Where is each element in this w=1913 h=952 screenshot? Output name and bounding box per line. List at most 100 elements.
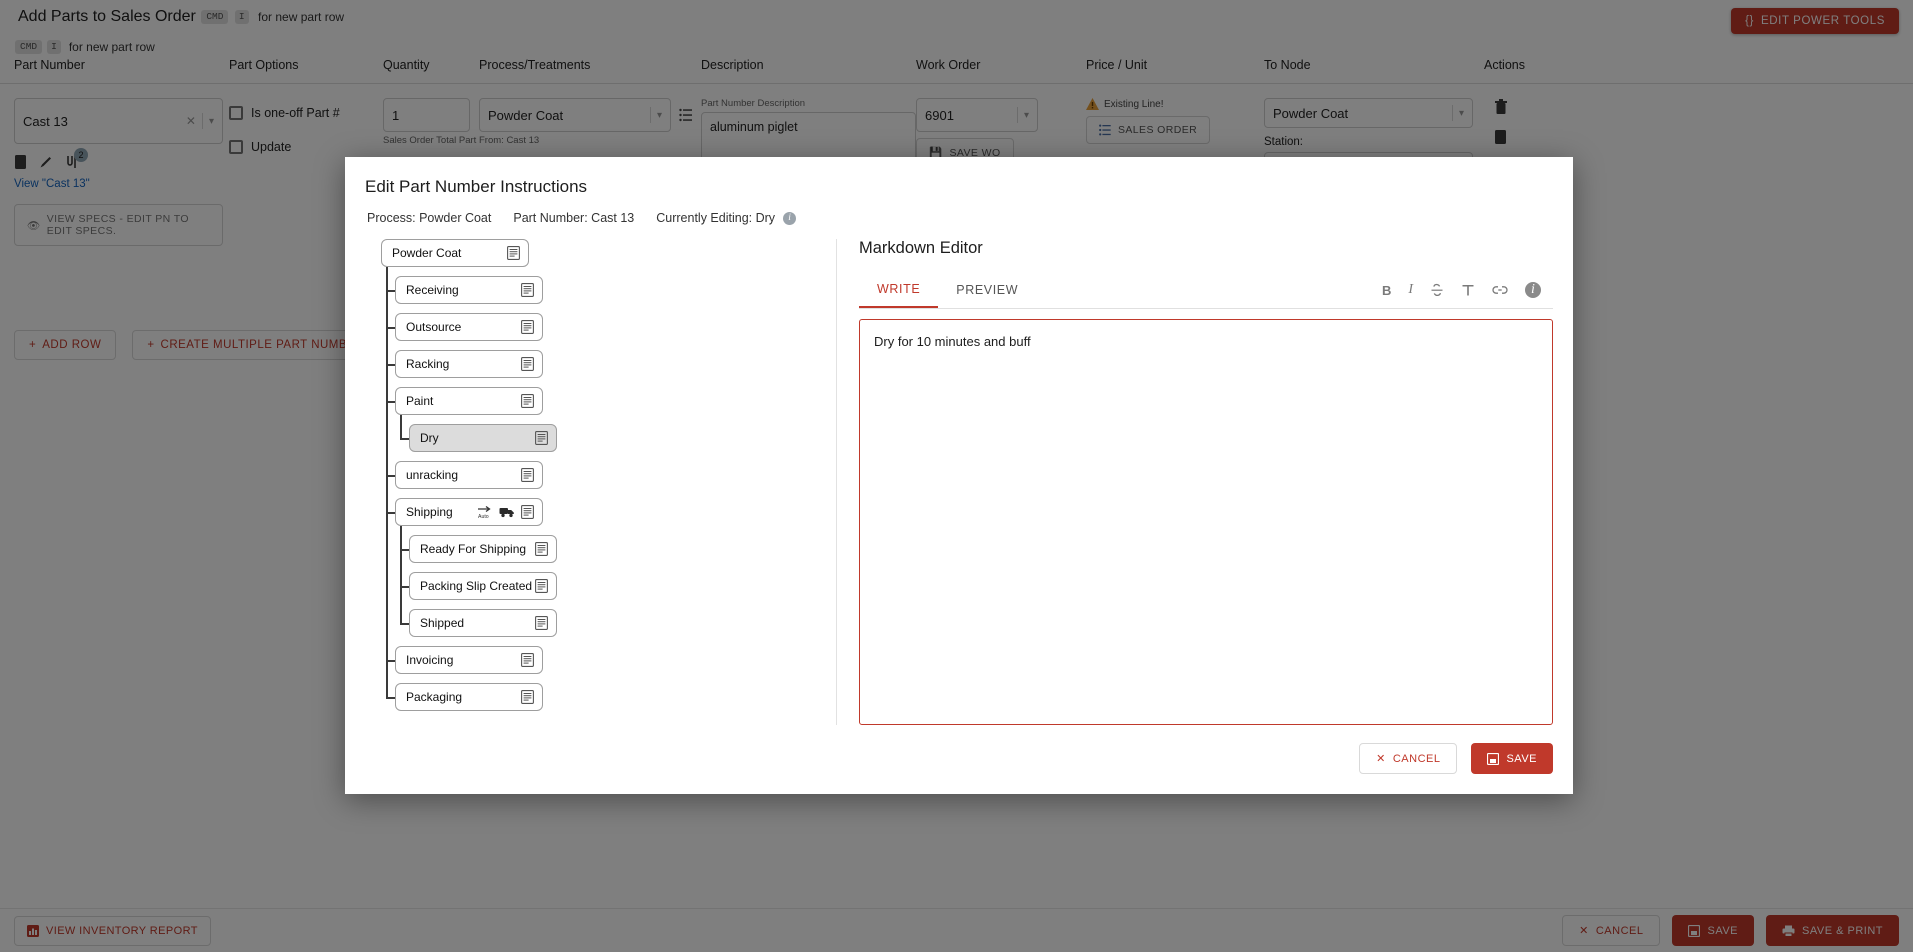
tree-node-label: Shipped — [420, 616, 465, 630]
editor-info-icon[interactable]: i — [1525, 282, 1541, 298]
tree-connector-branch — [386, 364, 395, 366]
tree-node-label: Shipping — [406, 505, 453, 519]
document-icon[interactable] — [535, 579, 548, 593]
tree-node-label: unracking — [406, 468, 459, 482]
link-icon[interactable] — [1492, 284, 1508, 296]
document-icon[interactable] — [535, 616, 548, 630]
tree-node-icons — [521, 357, 534, 371]
tree-node-label: Outsource — [406, 320, 462, 334]
info-icon[interactable]: i — [783, 211, 797, 225]
cancel-x-icon: ✕ — [1376, 753, 1386, 765]
tree-node-label: Receiving — [406, 283, 459, 297]
tree-node-label: Ready For Shipping — [420, 542, 527, 556]
app-root: Add Parts to Sales Order CMD I for new p… — [0, 0, 1913, 952]
tab-preview[interactable]: PREVIEW — [938, 273, 1036, 307]
tree-connector-branch — [386, 512, 395, 514]
tree-node-icons — [535, 542, 548, 556]
tree-node-icons — [535, 431, 548, 445]
tree-node-packing-slip-created[interactable]: Packing Slip Created — [409, 572, 557, 600]
strikethrough-icon[interactable] — [1430, 283, 1444, 297]
tree-node-shipping[interactable]: Shipping Auto — [395, 498, 543, 526]
meta-process: Process: Powder Coat — [367, 211, 492, 225]
tree-node-dry[interactable]: Dry — [409, 424, 557, 452]
tree-node-receiving[interactable]: Receiving — [395, 276, 543, 304]
tree-node-label: Packing Slip Created — [420, 579, 533, 593]
document-icon[interactable] — [535, 431, 548, 445]
svg-text:Auto: Auto — [478, 514, 489, 520]
tree-node-icons — [521, 468, 534, 482]
tree-node-icons — [507, 246, 520, 260]
tree-node-label: Invoicing — [406, 653, 454, 667]
tree-node-label: Dry — [420, 431, 439, 445]
document-icon[interactable] — [521, 320, 534, 334]
modal-save-disk-icon — [1487, 752, 1500, 765]
tree-node-label: Racking — [406, 357, 450, 371]
tree-node-icons — [535, 616, 548, 630]
document-icon[interactable] — [521, 505, 534, 519]
process-tree-pane: Powder Coat Receiving Outsource Racking Pain… — [367, 239, 837, 725]
truck-icon[interactable] — [499, 506, 515, 518]
tree-node-icons — [521, 283, 534, 297]
document-icon[interactable] — [521, 653, 534, 667]
document-icon[interactable] — [521, 357, 534, 371]
tree-node-icons — [521, 690, 534, 704]
tree-node-shipped[interactable]: Shipped — [409, 609, 557, 637]
tree-connector-branch — [400, 438, 409, 440]
modal-meta: Process: Powder Coat Part Number: Cast 1… — [345, 197, 1573, 225]
markdown-textarea[interactable] — [859, 319, 1553, 725]
tree-node-icons — [521, 653, 534, 667]
tree-node-label: Powder Coat — [392, 246, 462, 260]
meta-part-number: Part Number: Cast 13 — [513, 211, 635, 225]
document-icon[interactable] — [521, 690, 534, 704]
tree-node-icons — [521, 394, 534, 408]
tree-node-label: Packaging — [406, 690, 463, 704]
editor-tabs: WRITE PREVIEW B I i — [859, 272, 1553, 309]
tree-connector-line — [386, 267, 388, 697]
tree-node-icons: Auto — [477, 505, 534, 520]
modal-body: Powder Coat Receiving Outsource Racking Pain… — [345, 225, 1573, 725]
tree-node-powder-coat[interactable]: Powder Coat — [381, 239, 529, 267]
editor-toolbar: B I i — [1382, 282, 1553, 298]
document-icon[interactable] — [507, 246, 520, 260]
tree-node-paint[interactable]: Paint — [395, 387, 543, 415]
tree-connector-branch — [386, 697, 395, 699]
tree-node-label: Paint — [406, 394, 434, 408]
document-icon[interactable] — [521, 283, 534, 297]
tree-connector-branch — [386, 475, 395, 477]
text-size-icon[interactable] — [1461, 283, 1475, 297]
tree-connector-line — [400, 415, 402, 438]
modal-title: Edit Part Number Instructions — [365, 177, 588, 196]
process-tree: Powder Coat Receiving Outsource Racking Pain… — [367, 239, 822, 711]
modal-cancel-label: CANCEL — [1392, 752, 1441, 765]
document-icon[interactable] — [521, 468, 534, 482]
tree-node-packaging[interactable]: Packaging — [395, 683, 543, 711]
tree-connector-branch — [400, 586, 409, 588]
tree-connector-branch — [386, 660, 395, 662]
bold-icon[interactable]: B — [1382, 283, 1391, 298]
markdown-editor-title: Markdown Editor — [859, 239, 983, 257]
modal-cancel-button[interactable]: ✕ CANCEL — [1359, 743, 1458, 774]
auto-arrow-icon[interactable]: Auto — [477, 505, 493, 520]
tree-node-unracking[interactable]: unracking — [395, 461, 543, 489]
tree-node-icons — [521, 320, 534, 334]
document-icon[interactable] — [535, 542, 548, 556]
tree-connector-branch — [400, 549, 409, 551]
italic-icon[interactable]: I — [1408, 282, 1413, 298]
tree-connector-branch — [386, 290, 395, 292]
document-icon[interactable] — [521, 394, 534, 408]
tree-connector-branch — [400, 623, 409, 625]
modal-save-button[interactable]: SAVE — [1471, 743, 1553, 774]
modal-footer: ✕ CANCEL SAVE — [345, 725, 1573, 794]
meta-currently-editing: Currently Editing: Dry — [656, 211, 776, 225]
tree-node-ready-for-shipping[interactable]: Ready For Shipping — [409, 535, 557, 563]
tree-node-outsource[interactable]: Outsource — [395, 313, 543, 341]
tree-node-racking[interactable]: Racking — [395, 350, 543, 378]
tree-node-icons — [535, 579, 548, 593]
edit-part-number-instructions-modal: Edit Part Number Instructions Process: P… — [345, 157, 1573, 794]
tree-connector-branch — [386, 401, 395, 403]
tree-node-invoicing[interactable]: Invoicing — [395, 646, 543, 674]
tab-write[interactable]: WRITE — [859, 272, 939, 308]
modal-save-label: SAVE — [1506, 752, 1537, 765]
tree-connector-line — [400, 526, 402, 623]
markdown-editor-pane: Markdown Editor WRITE PREVIEW B I i Dry … — [837, 239, 1553, 725]
